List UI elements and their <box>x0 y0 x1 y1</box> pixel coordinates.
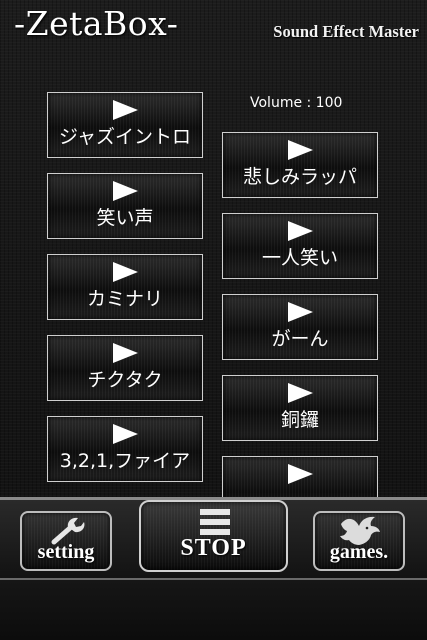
sound-button-laughter[interactable]: 笑い声 <box>47 173 203 239</box>
sound-button-solo-laugh[interactable]: 一人笑い <box>222 213 378 279</box>
footer-area <box>0 580 427 640</box>
sound-button-label: がーん <box>271 328 329 350</box>
sound-button-sad-trumpet[interactable]: 悲しみラッパ <box>222 132 378 198</box>
play-icon <box>113 100 138 120</box>
sound-button-gaan[interactable]: がーん <box>222 294 378 360</box>
play-icon <box>288 140 313 160</box>
games-button[interactable]: games. <box>313 511 405 571</box>
app-subtitle: Sound Effect Master <box>273 22 419 41</box>
app-title: -ZetaBox- <box>14 4 179 43</box>
play-icon <box>288 221 313 241</box>
sound-button-label: 銅鑼 <box>280 409 319 431</box>
stop-bars-icon <box>200 509 230 535</box>
bottom-toolbar: setting STOP games. <box>0 497 427 580</box>
sound-button-label: チクタク <box>87 369 163 391</box>
play-icon <box>113 181 138 201</box>
play-icon <box>288 302 313 322</box>
play-icon <box>288 464 313 484</box>
play-icon <box>113 424 138 444</box>
sound-button-thunder[interactable]: カミナリ <box>47 254 203 320</box>
sound-button-partial[interactable] <box>222 456 378 497</box>
stop-button[interactable]: STOP <box>139 500 288 572</box>
games-label: games. <box>329 541 389 563</box>
play-icon <box>113 262 138 282</box>
sound-button-gong[interactable]: 銅鑼 <box>222 375 378 441</box>
sound-button-label: 笑い声 <box>96 207 154 229</box>
sound-button-countdown-fire[interactable]: 3,2,1,ファイア <box>47 416 203 482</box>
play-icon <box>113 343 138 363</box>
sound-button-list[interactable]: ジャズイントロ 笑い声 カミナリ チクタク 3,2,1,ファイア 悲しみラッパ … <box>0 52 427 497</box>
sound-button-label: ジャズイントロ <box>58 126 192 148</box>
play-icon <box>288 383 313 403</box>
sound-button-label: 悲しみラッパ <box>242 166 357 188</box>
sound-button-label: 3,2,1,ファイア <box>59 450 191 472</box>
sound-button-label: カミナリ <box>86 288 163 310</box>
setting-button[interactable]: setting <box>20 511 112 571</box>
sound-button-label: 一人笑い <box>261 247 338 269</box>
setting-label: setting <box>37 541 95 563</box>
sound-button-tick-tock[interactable]: チクタク <box>47 335 203 401</box>
header: -ZetaBox- Sound Effect Master <box>0 0 427 50</box>
sound-button-jazz-intro[interactable]: ジャズイントロ <box>47 92 203 158</box>
stop-label: STOP <box>180 535 247 561</box>
